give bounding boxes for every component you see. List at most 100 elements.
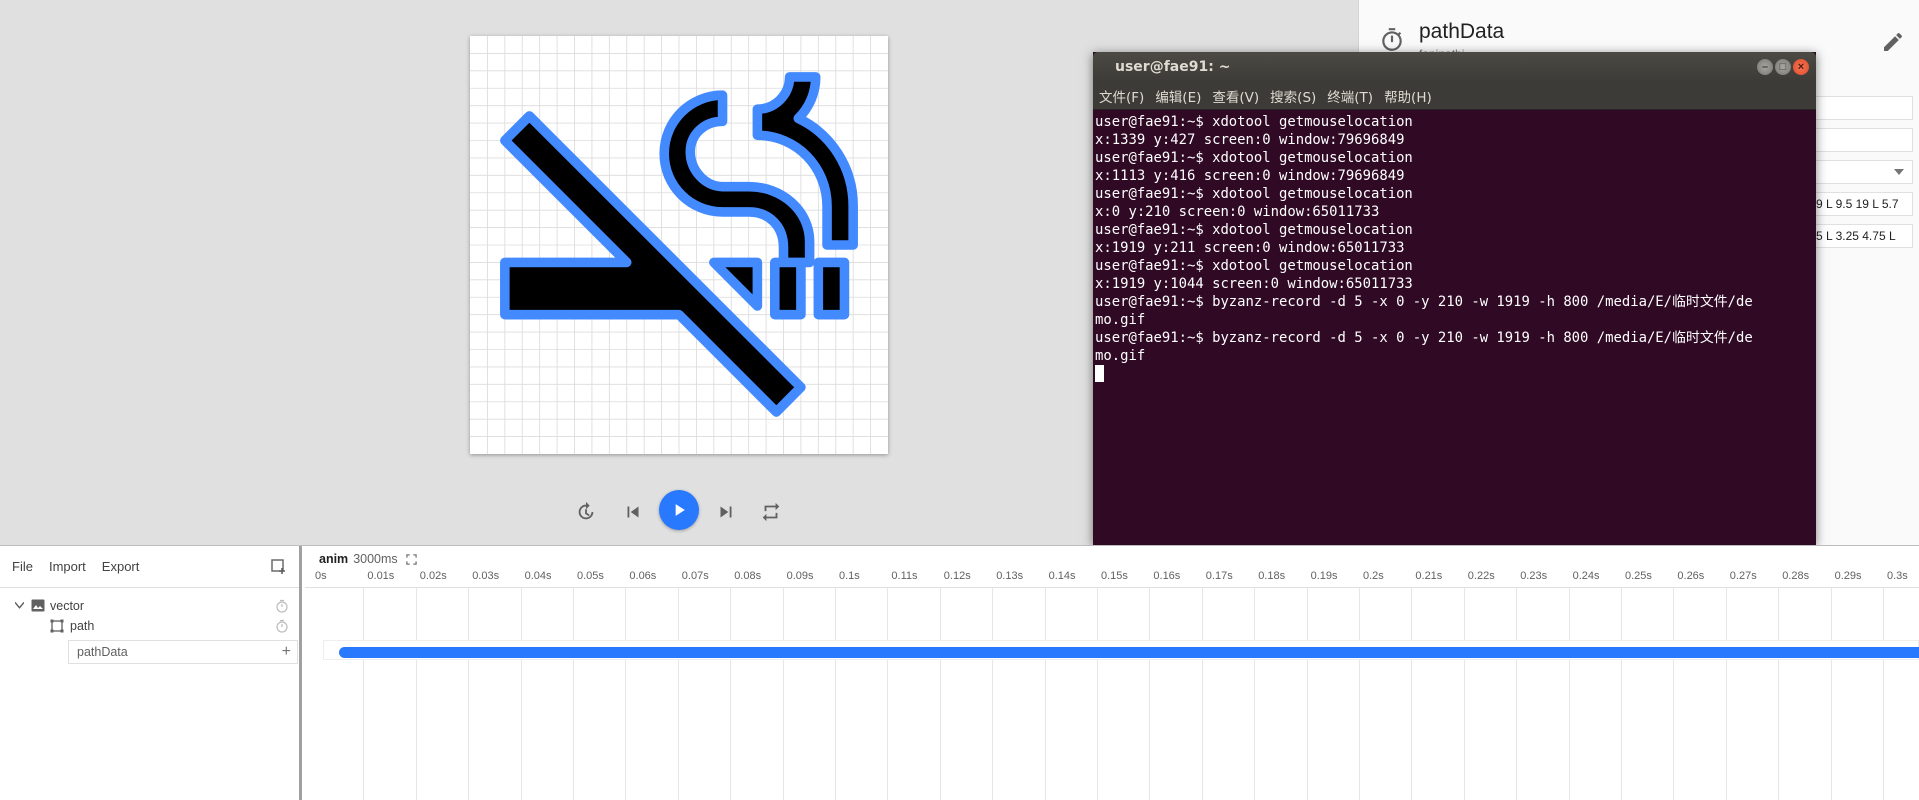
- timeline-panel: File Import Export vector path pathData …: [0, 545, 1919, 800]
- timeline-grid-line: [939, 588, 941, 800]
- close-button[interactable]: ×: [1793, 59, 1809, 75]
- minimize-button[interactable]: –: [1757, 59, 1773, 75]
- tick-label: 0.3s: [1887, 570, 1908, 582]
- property-select[interactable]: [1809, 160, 1913, 184]
- terminal-line: x:0 y:210 screen:0 window:65011733: [1095, 204, 1380, 220]
- terminal-line: x:1113 y:416 screen:0 window:79696849: [1095, 168, 1405, 184]
- skip-next-icon[interactable]: [713, 499, 739, 525]
- property-path-field[interactable]: 9 L 9.5 19 L 5.7: [1809, 192, 1913, 216]
- layers-pane: File Import Export vector path pathData …: [0, 546, 302, 800]
- property-name: pathData: [77, 645, 128, 659]
- import-button[interactable]: Import: [49, 559, 86, 574]
- tick-label: 0.23s: [1520, 570, 1548, 582]
- add-layer-icon[interactable]: [271, 559, 287, 575]
- tick-label: 0.28s: [1782, 570, 1810, 582]
- timeline-grid-line: [1097, 588, 1098, 800]
- play-icon: [675, 504, 685, 516]
- tick-label: 0.29s: [1834, 570, 1862, 582]
- animation-name[interactable]: anim: [319, 552, 348, 566]
- timeline-grid-line: [1044, 588, 1046, 800]
- properties-title: pathData: [1419, 20, 1505, 43]
- property-field[interactable]: [1809, 96, 1913, 120]
- terminal-titlebar[interactable]: user@fae91: ~ – □ ×: [1093, 52, 1816, 82]
- timer-icon[interactable]: [275, 599, 289, 613]
- timeline-grid-line: [1149, 588, 1151, 800]
- tick-label: 0.18s: [1258, 570, 1286, 582]
- terminal-line: x:1339 y:427 screen:0 window:79696849: [1095, 132, 1405, 148]
- timer-icon[interactable]: [275, 619, 289, 633]
- skip-previous-icon[interactable]: [620, 499, 646, 525]
- file-menu-button[interactable]: File: [12, 559, 33, 574]
- terminal-menu-item[interactable]: 文件(F): [1099, 86, 1144, 106]
- terminal-menu-item[interactable]: 搜索(S): [1270, 86, 1316, 106]
- export-button[interactable]: Export: [102, 559, 140, 574]
- terminal-menubar: 文件(F) 编辑(E) 查看(V) 搜索(S) 终端(T) 帮助(H): [1093, 82, 1816, 110]
- tick-label: 0.21s: [1415, 570, 1443, 582]
- time-ruler[interactable]: 0s 0.01s 0.02s 0.03s 0.04s 0.05s 0.06s 0.07s 0.0…: [305, 566, 1919, 588]
- tick-label: 0.14s: [1048, 570, 1076, 582]
- tick-label: 0.03s: [472, 570, 500, 582]
- reset-icon[interactable]: [573, 499, 599, 525]
- dropdown-arrow-icon: [1894, 169, 1904, 175]
- tick-label: 0.06s: [629, 570, 657, 582]
- timeline-grid-line: [1568, 588, 1570, 800]
- timeline-grid-line: [1516, 588, 1518, 800]
- terminal-menu-item[interactable]: 编辑(E): [1155, 86, 1201, 106]
- timeline-grid-line: [677, 588, 679, 800]
- tick-label: 0.12s: [943, 570, 971, 582]
- timeline-grid-line: [1830, 588, 1832, 800]
- tick-label: 0.27s: [1729, 570, 1757, 582]
- terminal-menu-item[interactable]: 帮助(H): [1384, 86, 1432, 106]
- play-button[interactable]: [659, 490, 699, 530]
- timeline-grid-line: [992, 588, 994, 800]
- tick-label: 0.1s: [839, 570, 860, 582]
- repeat-icon[interactable]: [758, 499, 784, 525]
- timeline-grid-line: [363, 588, 365, 800]
- animated-property-row[interactable]: pathData +: [68, 640, 298, 664]
- tick-label: 0.05s: [577, 570, 604, 582]
- tick-label: 0.17s: [1205, 570, 1233, 582]
- terminal-line: x:1919 y:211 screen:0 window:65011733: [1095, 240, 1405, 256]
- timeline-grid-line: [415, 588, 417, 800]
- timeline-grid-line: [1725, 588, 1727, 800]
- property-field[interactable]: [1809, 128, 1913, 152]
- tick-label: 0.11s: [891, 570, 918, 582]
- tick-label: 0.02s: [419, 570, 447, 582]
- maximize-button[interactable]: □: [1775, 59, 1791, 75]
- timeline-grid-line: [625, 588, 627, 800]
- animation-block[interactable]: [339, 647, 1919, 658]
- timeline-grid-line: [573, 588, 574, 800]
- add-animation-button[interactable]: +: [282, 641, 291, 663]
- tick-label: 0.08s: [734, 570, 762, 582]
- layers-toolbar: File Import Export: [0, 546, 299, 588]
- terminal-menu-item[interactable]: 查看(V): [1212, 86, 1259, 106]
- terminal-cursor: [1095, 365, 1104, 382]
- fullscreen-icon[interactable]: [405, 553, 417, 565]
- chevron-down-icon[interactable]: [15, 602, 24, 609]
- tick-label: 0.01s: [367, 570, 395, 582]
- terminal-menu-item[interactable]: 终端(T): [1327, 86, 1373, 106]
- terminal-window[interactable]: user@fae91: ~ – □ × 文件(F) 编辑(E) 查看(V) 搜索(S)…: [1093, 52, 1816, 545]
- edit-icon[interactable]: [1881, 30, 1905, 54]
- terminal-line: user@fae91:~$ xdotool getmouselocation: [1095, 114, 1413, 130]
- property-path-field[interactable]: 5 L 3.25 4.75 L: [1809, 224, 1913, 248]
- terminal-line: user@fae91:~$ byzanz-record -d 5 -x 0 -y…: [1095, 330, 1753, 346]
- layer-row-path[interactable]: path: [0, 616, 299, 636]
- timeline-grid-line: [468, 588, 470, 800]
- artboard[interactable]: [470, 36, 888, 454]
- timeline-grid-line: [887, 588, 889, 800]
- timeline-grid-line: [835, 588, 836, 800]
- tick-label: 0.07s: [681, 570, 709, 582]
- tick-label: 0.19s: [1310, 570, 1338, 582]
- tick-label: 0.15s: [1101, 570, 1128, 582]
- terminal-line: mo.gif: [1095, 348, 1146, 364]
- timeline-grid-line: [1254, 588, 1256, 800]
- timeline-grid-line: [1201, 588, 1203, 800]
- tick-label: 0.22s: [1467, 570, 1495, 582]
- timeline-grid-line: [782, 588, 784, 800]
- vector-canvas[interactable]: [470, 36, 888, 454]
- layer-row-vector[interactable]: vector: [0, 596, 299, 616]
- tick-label: 0.2s: [1363, 570, 1384, 582]
- layer-name: vector: [50, 599, 85, 613]
- terminal-output[interactable]: user@fae91:~$ xdotool getmouselocation x:…: [1093, 110, 1816, 545]
